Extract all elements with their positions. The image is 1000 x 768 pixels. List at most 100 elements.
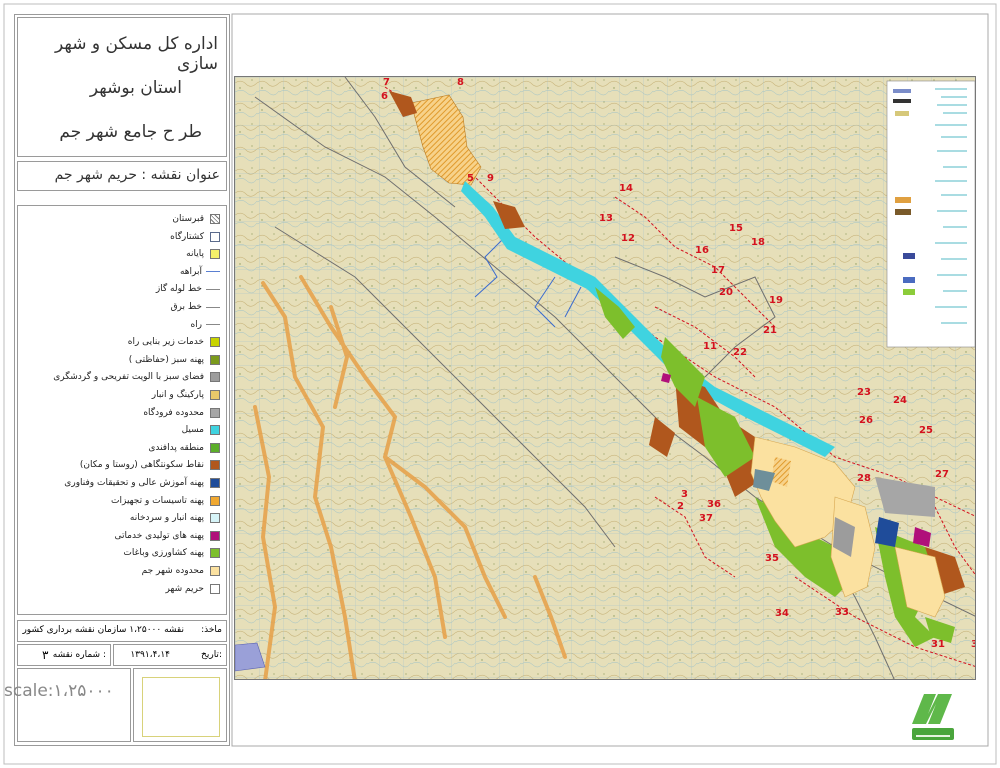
legend-swatch [210, 249, 220, 260]
legend-label: پهنه های تولیدی خدماتی [114, 530, 204, 541]
legend-item: خط برق [171, 300, 220, 314]
legend-item: پایانه [186, 247, 220, 261]
legend-swatch [210, 513, 220, 524]
map-number-label: 24 [893, 395, 907, 406]
legend-label: حریم شهر [165, 583, 204, 594]
map-number-label: 8 [457, 77, 464, 88]
scale-label: scale:۱،۲۵۰۰۰ [4, 681, 114, 701]
legend-swatch [210, 407, 220, 418]
legend-item: پهنه های تولیدی خدماتی [114, 529, 220, 543]
source-label: ماخذ: [201, 625, 222, 635]
legend-label: پهنه انبار و سردخانه [129, 513, 204, 524]
map-number-label: 18 [751, 237, 765, 248]
legend-label: آبراهه [179, 266, 202, 277]
map-number-label: 13 [599, 213, 613, 224]
map-number-label: 6 [381, 91, 388, 102]
legend-item: پهنه تاسیسات و تجهیزات [111, 494, 220, 508]
legend-swatch [210, 214, 220, 224]
legend-label: فضای سبز با الویت تفریحی و گردشگری [53, 372, 204, 383]
legend-label: پایانه [186, 249, 204, 260]
map-number-label: 23 [857, 387, 871, 398]
legend-item: محدوده شهر جم [142, 564, 220, 578]
legend-item: راه [190, 318, 220, 332]
map-number-label: 26 [859, 415, 873, 426]
legend-swatch [210, 478, 220, 488]
map-number-label: 36 [707, 499, 721, 510]
legend-swatch [210, 495, 220, 506]
map-number-label: 21 [763, 325, 777, 336]
plan-title: طر ح جامع شهر جم [59, 122, 202, 142]
sheet-number-label: شماره نقشه : [52, 650, 106, 660]
source-box: ماخذ: نقشه ۱،۲۵۰۰۰ سازمان نقشه برداری کش… [17, 620, 227, 642]
legend-item: مسیل [182, 423, 220, 437]
legend-label: قبرستان [172, 214, 204, 224]
stamp-box [133, 668, 227, 742]
legend-label: پهنه کشاورزی وباغات [123, 548, 204, 559]
legend-swatch [206, 288, 220, 290]
legend-label: خط لوله گاز [155, 284, 202, 295]
source-value: نقشه ۱،۲۵۰۰۰ سازمان نقشه برداری کشور [22, 625, 184, 635]
legend-item: منطقه پدافندی [148, 441, 220, 455]
legend-swatch [206, 271, 220, 273]
legend-label: خدمات زیر بنایی راه [127, 337, 204, 348]
sheet-number-box: شماره نقشه : ۳ [17, 644, 111, 666]
map-title-box: عنوان نقشه : حريم شهر جم [17, 161, 227, 191]
legend-swatch [210, 231, 220, 242]
legend-item: پهنه سبز (حفاظتی ) [129, 353, 220, 367]
legend-swatch [210, 442, 220, 453]
legend-swatch [210, 548, 220, 559]
map-number-label: 16 [695, 245, 709, 256]
legend-item: خدمات زیر بنایی راه [128, 335, 220, 349]
legend-swatch [210, 566, 220, 576]
legend-label: محدوده شهر جم [141, 566, 204, 576]
map-number-label: 28 [857, 473, 871, 484]
legend-label: مسیل [181, 425, 204, 436]
legend-label: راه [190, 319, 202, 330]
map-area[interactable]: 6 7 8 9 5 13 14 15 12 16 17 18 19 20 21 22 11 23 24 25 26 28 2… [234, 76, 976, 680]
legend-item: پهنه آموزش عالی و تحقیقات وفناوری [64, 476, 220, 490]
legend-label: پهنه آموزش عالی و تحقیقات وفناوری [64, 478, 204, 488]
map-number-label: 22 [733, 347, 747, 358]
legend-label: منطقه پدافندی [148, 442, 204, 453]
legend-swatch [210, 372, 220, 383]
legend-swatch [210, 337, 220, 348]
map-number-label: 27 [935, 469, 949, 480]
legend-label: کشتارگاه [170, 231, 204, 242]
legend-swatch [210, 530, 220, 541]
date-label: تاریخ: [201, 650, 222, 660]
legend-item: آبراهه [180, 265, 220, 279]
legend-item: حریم شهر [165, 582, 220, 596]
map-number-label: 32 [971, 639, 976, 650]
legend-item: خط لوله گاز [156, 282, 220, 296]
legend-label: نقاط سکونتگاهی (روستا و مکان) [79, 460, 204, 471]
map-number-label: 12 [621, 233, 635, 244]
legend-item: پارکینگ و انبار [152, 388, 220, 402]
map-canvas: 6 7 8 9 5 13 14 15 12 1617 18 19 20 21 22 11 23 24 25 26 28 2… [235, 77, 976, 679]
map-number-label: 37 [699, 513, 713, 524]
legend-swatch [206, 306, 220, 308]
legend-item: قبرستان [172, 212, 220, 226]
sheet-number-value: ۳ [42, 648, 49, 662]
title-block: اداره کل مسکن و شهر سازی استان بوشهر طر … [14, 14, 230, 746]
legend-label: پارکینگ و انبار [151, 390, 204, 400]
map-number-label: 19 [769, 295, 783, 306]
map-number-label: 7 [383, 77, 390, 88]
legend-item: پهنه کشاورزی وباغات [123, 546, 220, 560]
legend-item: نقاط سکونتگاهی (روستا و مکان) [80, 458, 220, 472]
legend-swatch [210, 425, 220, 436]
map-title: عنوان نقشه : حريم شهر جم [54, 167, 220, 183]
legend-item: پهنه انبار و سردخانه [130, 511, 220, 525]
legend-box: قبرستان کشتارگاه پایانه آبراهه خط لوله گاز خط… [17, 205, 227, 615]
map-number-label: 33 [835, 607, 849, 618]
legend-label: خط برق [170, 302, 202, 312]
legend-label: پهنه سبز (حفاظتی ) [128, 354, 204, 365]
scale-box [17, 668, 131, 742]
map-number-label: 15 [729, 223, 743, 234]
legend-swatch [210, 354, 220, 365]
map-number-label: 9 [487, 173, 494, 184]
map-number-label: 17 [711, 265, 725, 276]
legend-item: کشتارگاه [170, 230, 220, 244]
org-title: اداره کل مسکن و شهر سازی [55, 34, 218, 74]
map-number-label: 35 [765, 553, 779, 564]
legend-label: پهنه تاسیسات و تجهیزات [111, 495, 204, 506]
